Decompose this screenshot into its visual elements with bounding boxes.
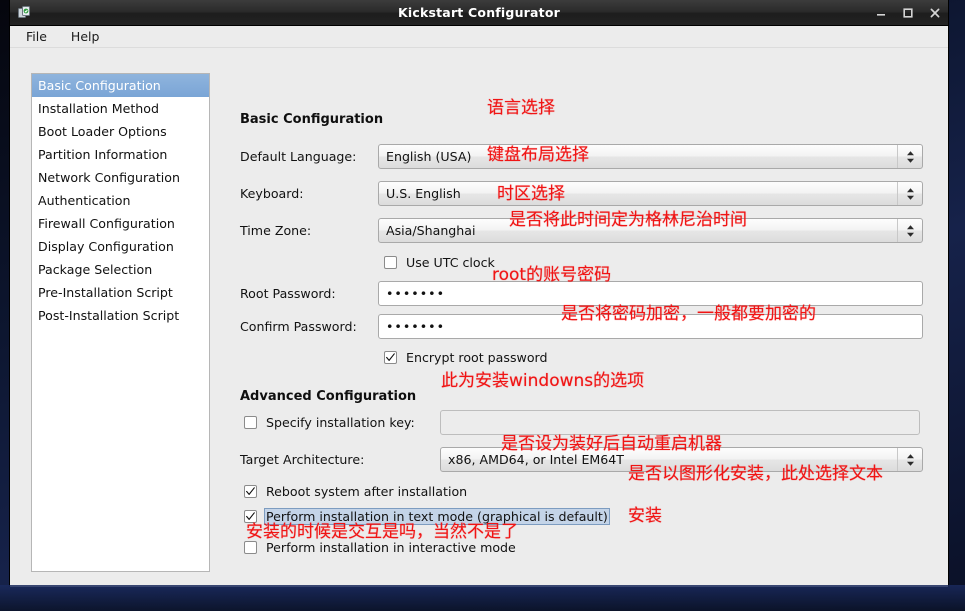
interactive-mode-installation-checkbox[interactable]: Perform installation in interactive mode (244, 539, 518, 556)
default-language-label: Default Language: (240, 149, 357, 164)
menu-help[interactable]: Help (71, 29, 100, 44)
target-architecture-row: Target Architecture: x86, AMD64, or Inte… (240, 447, 934, 472)
installation-key-row: Specify installation key: (244, 410, 934, 435)
kickstart-configurator-window: Kickstart Configurator File Help Basic C… (10, 0, 948, 587)
default-language-value: English (USA) (386, 149, 472, 164)
sidebar-item-installation-method[interactable]: Installation Method (32, 97, 209, 120)
use-utc-clock-label: Use UTC clock (406, 255, 495, 270)
time-zone-combobox[interactable]: Asia/Shanghai (378, 218, 923, 243)
default-language-combobox[interactable]: English (USA) (378, 144, 923, 169)
root-password-label: Root Password: (240, 286, 336, 301)
target-architecture-value: x86, AMD64, or Intel EM64T (448, 452, 625, 467)
specify-installation-key-label: Specify installation key: (266, 415, 415, 430)
text-mode-installation-checkbox[interactable]: Perform installation in text mode (graph… (244, 508, 610, 525)
window-controls (874, 6, 942, 20)
reboot-after-installation-checkbox[interactable]: Reboot system after installation (244, 483, 469, 500)
sidebar-item-firewall-configuration[interactable]: Firewall Configuration (32, 212, 209, 235)
app-window-icon (17, 5, 33, 21)
window-title: Kickstart Configurator (398, 5, 560, 20)
default-language-row: Default Language: English (USA) (240, 144, 934, 169)
chevron-updown-icon (897, 219, 922, 242)
checkbox-box-icon (384, 256, 397, 269)
advanced-configuration-heading: Advanced Configuration (240, 389, 417, 404)
minimize-icon[interactable] (874, 6, 888, 20)
time-zone-label: Time Zone: (240, 223, 312, 238)
keyboard-label: Keyboard: (240, 186, 304, 201)
sidebar-item-package-selection[interactable]: Package Selection (32, 258, 209, 281)
use-utc-clock-checkbox[interactable]: Use UTC clock (384, 254, 497, 271)
window-titlebar[interactable]: Kickstart Configurator (10, 0, 948, 26)
root-password-input[interactable]: ••••••• (378, 281, 923, 306)
settings-pane: Basic Configuration Default Language: En… (230, 48, 940, 587)
sidebar-item-authentication[interactable]: Authentication (32, 189, 209, 212)
keyboard-row: Keyboard: U.S. English (240, 181, 934, 206)
confirm-password-row: Confirm Password: ••••••• (240, 314, 934, 339)
desktop-background: Kickstart Configurator File Help Basic C… (0, 0, 965, 611)
interactive-mode-installation-label: Perform installation in interactive mode (266, 540, 516, 555)
sidebar-item-partition-information[interactable]: Partition Information (32, 143, 209, 166)
basic-configuration-heading: Basic Configuration (240, 112, 384, 127)
sidebar-item-display-configuration[interactable]: Display Configuration (32, 235, 209, 258)
root-password-value: ••••••• (386, 286, 445, 301)
reboot-after-installation-label: Reboot system after installation (266, 484, 468, 499)
menubar: File Help (10, 26, 948, 48)
menu-file[interactable]: File (26, 29, 47, 44)
sidebar-item-basic-configuration[interactable]: Basic Configuration (32, 74, 209, 97)
checkbox-checked-icon (384, 351, 397, 364)
checkbox-checked-icon (244, 485, 257, 498)
checkbox-box-icon (244, 541, 257, 554)
sidebar-item-post-installation-script[interactable]: Post-Installation Script (32, 304, 209, 327)
confirm-password-value: ••••••• (386, 319, 445, 334)
keyboard-combobox[interactable]: U.S. English (378, 181, 923, 206)
root-password-row: Root Password: ••••••• (240, 281, 934, 306)
installation-key-input[interactable] (440, 410, 920, 435)
text-mode-installation-label: Perform installation in text mode (graph… (264, 508, 610, 525)
confirm-password-input[interactable]: ••••••• (378, 314, 923, 339)
checkbox-box-icon (244, 416, 257, 429)
configuration-sections-list[interactable]: Basic Configuration Installation Method … (31, 73, 210, 572)
chevron-updown-icon (897, 182, 922, 205)
target-architecture-combobox[interactable]: x86, AMD64, or Intel EM64T (440, 447, 923, 472)
time-zone-value: Asia/Shanghai (386, 223, 476, 238)
window-body: Basic Configuration Installation Method … (10, 48, 948, 587)
encrypt-root-password-checkbox[interactable]: Encrypt root password (384, 349, 549, 366)
checkbox-checked-icon (244, 510, 257, 523)
encrypt-root-password-label: Encrypt root password (406, 350, 548, 365)
confirm-password-label: Confirm Password: (240, 319, 357, 334)
sidebar-item-boot-loader-options[interactable]: Boot Loader Options (32, 120, 209, 143)
sidebar-item-network-configuration[interactable]: Network Configuration (32, 166, 209, 189)
keyboard-value: U.S. English (386, 186, 461, 201)
chevron-updown-icon (897, 448, 922, 471)
target-architecture-label: Target Architecture: (240, 452, 365, 467)
chevron-updown-icon (897, 145, 922, 168)
maximize-icon[interactable] (901, 6, 915, 20)
close-icon[interactable] (928, 6, 942, 20)
time-zone-row: Time Zone: Asia/Shanghai (240, 218, 934, 243)
sidebar-item-pre-installation-script[interactable]: Pre-Installation Script (32, 281, 209, 304)
specify-installation-key-checkbox[interactable]: Specify installation key: (244, 414, 440, 431)
